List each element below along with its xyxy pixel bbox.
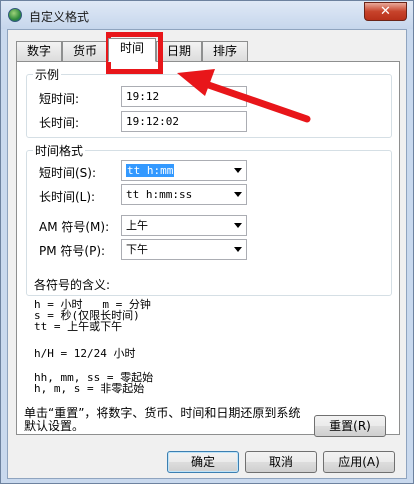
arrow-shaft <box>193 77 311 123</box>
annotation-arrow <box>177 69 311 123</box>
tab-time[interactable]: 时间 <box>108 38 156 62</box>
dialog-window: 自定义格式 ✕ 数字 货币 时间 日期 排序 示例 短时间: 19:12 长时间… <box>0 0 414 484</box>
arrow-head <box>177 69 215 96</box>
